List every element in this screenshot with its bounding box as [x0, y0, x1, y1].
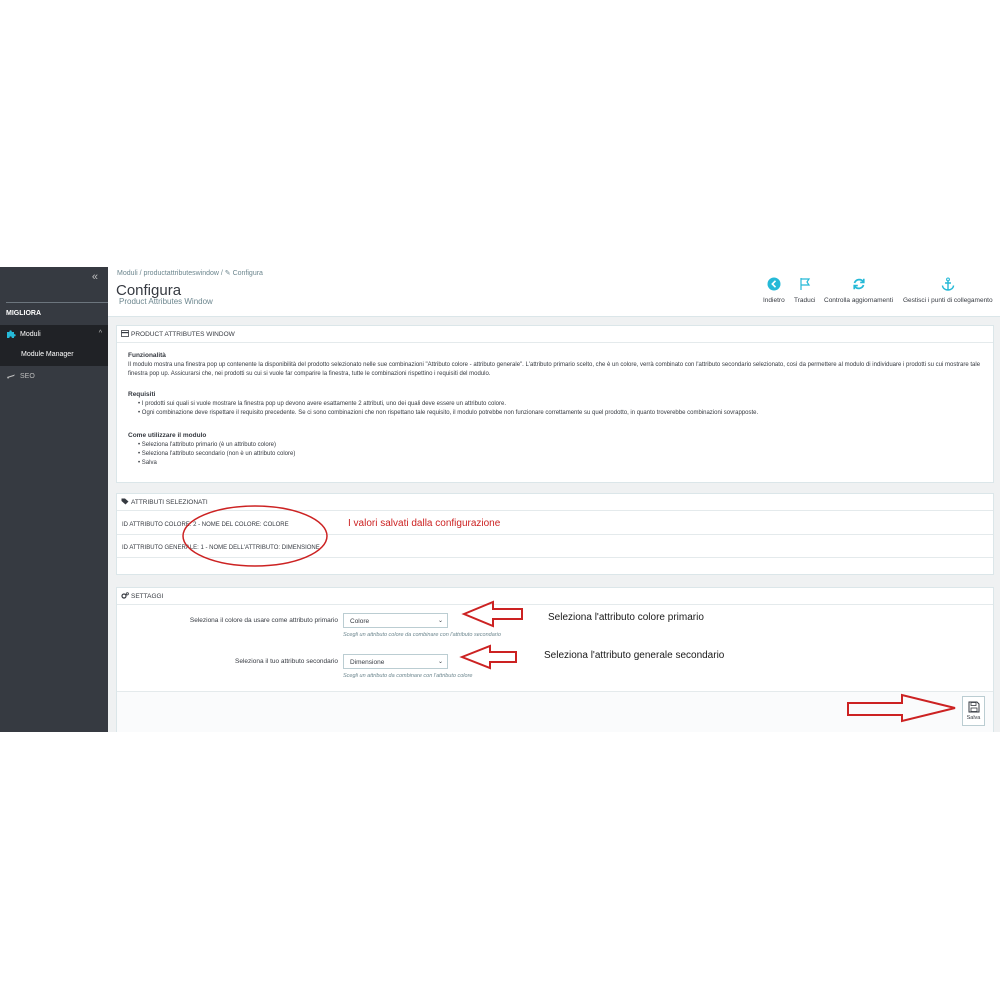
annotation-primary: Seleziona l'attributo colore primario [548, 612, 704, 623]
tag-icon [121, 498, 129, 505]
manage-hooks-button[interactable]: Gestisci i punti di collegamento [903, 277, 993, 304]
sidebar-item-module-manager[interactable]: Module Manager [0, 345, 108, 366]
annotation-secondary: Seleziona l'attributo generale secondari… [544, 650, 725, 661]
secondary-attribute-select[interactable]: Dimensione ⌄ [343, 654, 448, 669]
color-attribute-row: ID ATTRIBUTO COLORE: 2 - NOME DEL COLORE… [122, 522, 289, 528]
howto-list: Seleziona l'attributo primario (è un att… [138, 441, 988, 468]
requirements-title: Requisiti [128, 391, 156, 398]
translate-button[interactable]: Traduci [794, 277, 815, 304]
chevron-down-icon: ⌄ [437, 659, 443, 665]
breadcrumb[interactable]: Moduli / productattributeswindow / ✎ Con… [117, 269, 263, 277]
page-subtitle: Product Attributes Window [119, 297, 213, 306]
save-label: Salva [966, 715, 981, 721]
panel-heading-text: PRODUCT ATTRIBUTES WINDOW [131, 331, 235, 338]
page-header: Moduli / productattributeswindow / ✎ Con… [108, 267, 1000, 317]
flag-icon [800, 278, 810, 290]
panel-divider [117, 342, 993, 343]
save-button[interactable]: Salva [962, 696, 985, 726]
general-attribute-row: ID ATTRIBUTO GENERALE: 1 - NOME DELL'ATT… [122, 545, 320, 551]
requirements-list: I prodotti sui quali si vuole mostrare l… [138, 400, 988, 418]
module-description-panel: PRODUCT ATTRIBUTES WINDOW Funzionalità I… [116, 325, 994, 483]
sidebar-item-label: Module Manager [21, 351, 74, 358]
puzzle-icon [7, 330, 16, 338]
panel-divider [117, 604, 993, 605]
chevron-up-icon: ^ [98, 330, 102, 337]
collapse-sidebar-button[interactable]: « [92, 271, 98, 283]
gears-icon [121, 592, 129, 599]
panel-divider [117, 510, 993, 511]
credit-card-icon [121, 330, 129, 337]
panel-heading: PRODUCT ATTRIBUTES WINDOW [121, 330, 235, 338]
secondary-attribute-label: Seleziona il tuo attributo secondario [235, 658, 338, 665]
panel-heading: SETTAGGI [121, 592, 163, 600]
annotation-saved-values: I valori salvati dalla configurazione [348, 518, 501, 529]
plane-icon [7, 374, 15, 379]
back-button[interactable]: Indietro [763, 277, 785, 304]
arrow-left-circle-icon [767, 277, 781, 291]
secondary-attribute-help: Scegli un attributo da combinare con l'a… [343, 673, 473, 679]
selected-attributes-panel: ATTRIBUTI SELEZIONATI ID ATTRIBUTO COLOR… [116, 493, 994, 575]
panel-heading-text: SETTAGGI [131, 593, 164, 600]
primary-attribute-label: Seleziona il colore da usare come attrib… [189, 617, 338, 624]
secondary-attribute-value: Dimensione [350, 659, 385, 666]
list-item: Seleziona l'attributo primario (è un att… [138, 441, 988, 450]
check-updates-button[interactable]: Controlla aggiornamenti [824, 277, 893, 304]
panel-heading: ATTRIBUTI SELEZIONATI [121, 498, 208, 506]
row-divider [117, 534, 993, 535]
sidebar-item-moduli[interactable]: Moduli ^ [0, 325, 108, 345]
primary-attribute-help: Scegli un attributo colore da combinare … [343, 632, 501, 638]
list-item: Salva [138, 459, 988, 468]
sidebar-item-seo[interactable]: SEO [0, 367, 108, 385]
list-item: Ogni combinazione deve rispettare il req… [138, 409, 988, 418]
panel-footer: Salva [117, 691, 993, 732]
row-divider [117, 557, 993, 558]
screenshot-frame: « MIGLIORA Moduli ^ Module Manager SEO M… [0, 267, 1000, 732]
howto-title: Come utilizzare il modulo [128, 432, 207, 439]
sidebar-section-title: MIGLIORA [6, 310, 41, 317]
sidebar-item-label: Moduli [20, 331, 41, 338]
sidebar: « MIGLIORA Moduli ^ Module Manager SEO [0, 267, 108, 732]
floppy-disk-icon [968, 701, 979, 713]
sidebar-divider [6, 302, 108, 303]
list-item: I prodotti sui quali si vuole mostrare l… [138, 400, 988, 409]
manage-hooks-label: Gestisci i punti di collegamento [903, 297, 993, 304]
anchor-icon [941, 277, 954, 291]
check-updates-label: Controlla aggiornamenti [824, 297, 894, 304]
list-item: Seleziona l'attributo secondario (non è … [138, 450, 988, 459]
functionality-text: Il modulo mostra una finestra pop up con… [128, 362, 981, 377]
functionality-title: Funzionalità [128, 352, 166, 359]
panel-heading-text: ATTRIBUTI SELEZIONATI [131, 499, 208, 506]
back-label: Indietro [763, 297, 785, 304]
primary-attribute-select[interactable]: Colore ⌄ [343, 613, 448, 628]
translate-label: Traduci [794, 297, 816, 304]
sidebar-item-label: SEO [20, 373, 35, 380]
primary-attribute-value: Colore [350, 618, 370, 625]
chevron-down-icon: ⌄ [437, 618, 443, 624]
refresh-icon [852, 278, 865, 290]
